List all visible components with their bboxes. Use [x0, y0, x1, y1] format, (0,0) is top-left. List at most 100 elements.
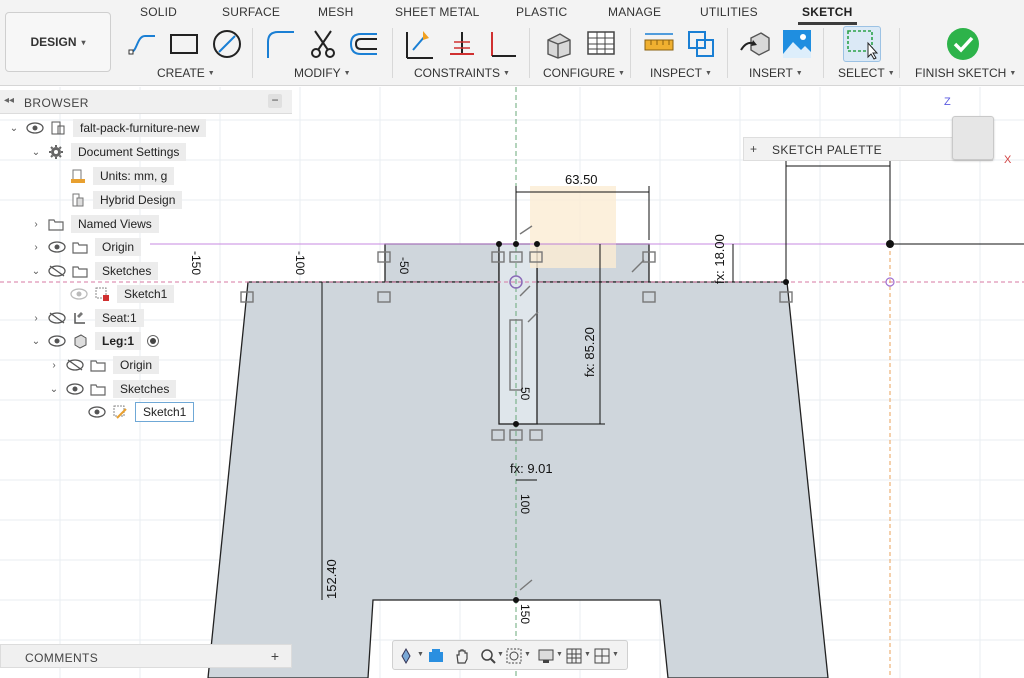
constraints-menu[interactable]: CONSTRAINTS ▼ — [414, 66, 510, 80]
configure-menu[interactable]: CONFIGURE ▼ — [543, 66, 625, 80]
constraint-coincident-icon[interactable] — [403, 28, 435, 60]
rectangle-icon[interactable] — [168, 28, 200, 60]
tab-sheet-metal[interactable]: SHEET METAL — [395, 5, 479, 19]
insert-menu[interactable]: INSERT ▼ — [749, 66, 803, 80]
dimension-top-width[interactable]: 63.50 — [565, 172, 598, 187]
dimension-tab-height[interactable]: fx: 18.00 — [712, 234, 727, 284]
tree-node-units[interactable]: Units: mm, g — [64, 166, 175, 186]
insert-image-icon[interactable] — [781, 28, 813, 60]
chevron-down-icon[interactable]: ⌄ — [30, 266, 42, 277]
chevron-down-icon[interactable]: ▼ — [612, 651, 619, 658]
look-at-icon[interactable] — [427, 647, 445, 665]
tab-solid[interactable]: SOLID — [140, 5, 177, 19]
tree-node-leg[interactable]: ⌄ Leg:1 — [30, 331, 160, 351]
select-menu[interactable]: SELECT ▼ — [838, 66, 895, 80]
eye-icon[interactable] — [70, 288, 88, 300]
spline-icon[interactable] — [127, 28, 159, 60]
interference-icon[interactable] — [685, 28, 717, 60]
tab-utilities[interactable]: UTILITIES — [700, 5, 758, 19]
tree-node-leg-sketches[interactable]: ⌄ Sketches — [48, 379, 177, 399]
create-menu[interactable]: CREATE ▼ — [157, 66, 215, 80]
chevron-down-icon[interactable]: ▼ — [417, 651, 424, 658]
chevron-down-icon[interactable]: ▼ — [524, 651, 531, 658]
minimize-button[interactable]: − — [268, 94, 282, 108]
chevron-right-icon[interactable]: › — [30, 219, 42, 230]
ruler-label: 100 — [518, 494, 532, 515]
eye-icon[interactable] — [48, 335, 66, 347]
measure-ruler-icon[interactable] — [643, 28, 675, 60]
configure-cube-icon[interactable] — [542, 28, 574, 60]
eye-icon[interactable] — [48, 241, 66, 253]
eye-icon[interactable] — [66, 383, 84, 395]
sketch-edit-icon — [113, 405, 127, 419]
chevron-right-icon[interactable]: › — [30, 313, 42, 324]
collapse-panel-icon[interactable]: ◂◂ — [4, 95, 14, 106]
fit-view-icon[interactable] — [505, 647, 523, 665]
dimension-leg-height[interactable]: 152.40 — [324, 559, 339, 599]
tree-node-label: Origin — [95, 238, 142, 256]
tree-node-origin[interactable]: › Origin — [30, 237, 142, 257]
workspace-design-button[interactable]: DESIGN ▾ — [5, 12, 111, 72]
circle-icon[interactable] — [211, 28, 243, 60]
insert-derive-icon[interactable] — [739, 28, 771, 60]
tab-surface[interactable]: SURFACE — [222, 5, 280, 19]
tree-node-hybrid-design[interactable]: Hybrid Design — [64, 190, 183, 210]
chevron-down-icon[interactable]: ⌄ — [48, 384, 60, 395]
chevron-down-icon[interactable]: ⌄ — [30, 336, 42, 347]
select-tool-button[interactable] — [843, 26, 881, 62]
eye-icon[interactable] — [88, 406, 106, 418]
add-comment-button[interactable]: + — [271, 648, 279, 664]
chevron-down-icon[interactable]: ⌄ — [30, 147, 42, 158]
chevron-right-icon[interactable]: › — [30, 242, 42, 253]
tab-manage[interactable]: MANAGE — [608, 5, 661, 19]
tree-node-sketches[interactable]: ⌄ Sketches — [30, 261, 159, 281]
ruler-label: -100 — [293, 251, 307, 276]
chevron-down-icon[interactable]: ▼ — [556, 651, 563, 658]
chevron-down-icon[interactable]: ⌄ — [8, 123, 20, 134]
chevron-down-icon: ▼ — [503, 70, 510, 77]
viewports-icon[interactable] — [593, 647, 611, 665]
tree-node-named-views[interactable]: › Named Views — [30, 214, 159, 234]
offset-icon[interactable] — [347, 28, 379, 60]
pan-hand-icon[interactable] — [453, 647, 471, 665]
chevron-down-icon[interactable]: ▼ — [497, 651, 504, 658]
chevron-right-icon[interactable]: › — [48, 360, 60, 371]
comments-panel[interactable]: COMMENTS + — [0, 644, 292, 668]
constraint-perpendicular-icon[interactable] — [446, 28, 478, 60]
eye-hidden-icon[interactable] — [48, 312, 66, 324]
browser-title: BROWSER — [24, 96, 89, 110]
expand-palette-button[interactable]: + — [750, 142, 757, 156]
constraint-horizontal-icon[interactable] — [486, 28, 518, 60]
ruler-label: 150 — [518, 604, 532, 625]
trim-scissors-icon[interactable] — [307, 28, 339, 60]
tree-node-document-settings[interactable]: ⌄ Document Settings — [30, 142, 187, 162]
chevron-down-icon[interactable]: ▼ — [584, 651, 591, 658]
view-cube[interactable] — [952, 116, 994, 160]
display-settings-icon[interactable] — [537, 647, 555, 665]
tab-bar: SOLID SURFACE MESH SHEET METAL PLASTIC M… — [112, 0, 1024, 25]
finish-sketch-check-icon[interactable] — [946, 27, 980, 61]
tree-node-seat[interactable]: › Seat:1 — [30, 308, 144, 328]
orbit-icon[interactable] — [397, 647, 415, 665]
dimension-slot-width[interactable]: fx: 9.01 — [510, 461, 553, 476]
zoom-icon[interactable] — [479, 647, 497, 665]
folder-icon — [90, 360, 106, 372]
tree-node-leg-origin[interactable]: › Origin — [48, 355, 160, 375]
configure-table-icon[interactable] — [585, 28, 617, 60]
tab-plastic[interactable]: PLASTIC — [516, 5, 567, 19]
eye-icon[interactable] — [26, 122, 44, 134]
finish-sketch-button[interactable]: FINISH SKETCH ▼ — [915, 66, 1016, 80]
dimension-slot-depth[interactable]: fx: 85.20 — [582, 327, 597, 377]
grid-icon[interactable] — [565, 647, 583, 665]
eye-hidden-icon[interactable] — [48, 265, 66, 277]
fillet-icon[interactable] — [264, 28, 296, 60]
inspect-menu[interactable]: INSPECT ▼ — [650, 66, 712, 80]
tab-mesh[interactable]: MESH — [318, 5, 353, 19]
modify-menu[interactable]: MODIFY ▼ — [294, 66, 351, 80]
activate-component-radio[interactable] — [147, 335, 160, 347]
tree-node-sketch1-locked[interactable]: Sketch1 — [64, 284, 175, 304]
tab-sketch[interactable]: SKETCH — [798, 5, 857, 25]
tree-node-leg-sketch1[interactable]: Sketch1 — [82, 402, 195, 422]
eye-hidden-icon[interactable] — [66, 359, 84, 371]
tree-node-root[interactable]: ⌄ falt-pack-furniture-new — [8, 118, 207, 138]
